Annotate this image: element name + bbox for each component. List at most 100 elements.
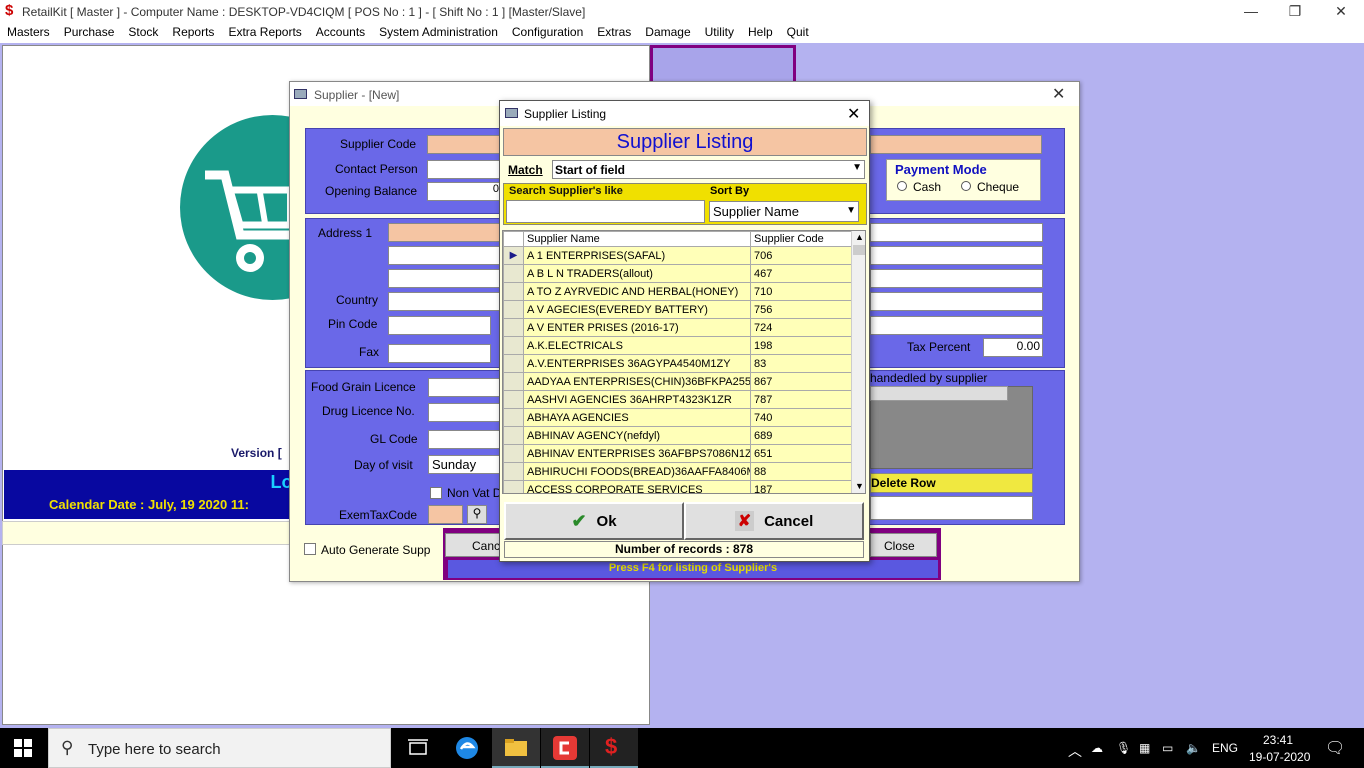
scroll-down-icon[interactable]: ▼ — [855, 481, 864, 491]
close-form-button[interactable]: Close — [870, 533, 937, 557]
cloud-icon[interactable]: ☁ — [1091, 741, 1103, 755]
minimize-button[interactable]: — — [1228, 0, 1274, 23]
listing-cancel-button[interactable]: ✘ Cancel — [684, 502, 864, 540]
match-select[interactable]: Start of field ▼ — [552, 160, 865, 179]
fax-input[interactable] — [388, 344, 491, 363]
supplier-code-cell[interactable]: 724 — [750, 318, 852, 337]
table-row[interactable]: A V ENTER PRISES (2016-17) 724 — [503, 318, 852, 337]
windows-start-icon[interactable] — [14, 739, 32, 757]
opening-balance-input[interactable]: 0 — [427, 182, 502, 201]
sort-by-select[interactable]: Supplier Name ▼ — [709, 201, 859, 222]
table-row[interactable]: A V AGECIES(EVEREDY BATTERY) 756 — [503, 300, 852, 319]
supplier-code-cell[interactable]: 83 — [750, 354, 852, 373]
supplier-name-cell[interactable]: AADYAA ENTERPRISES(CHIN)36BFKPA2554P — [523, 372, 751, 391]
remarks-input[interactable] — [870, 496, 1033, 520]
supplier-name-cell[interactable]: AASHVI AGENCIES 36AHRPT4323K1ZR — [523, 390, 751, 409]
table-row[interactable]: ABHINAV AGENCY(nefdyl) 689 — [503, 426, 852, 445]
table-row[interactable]: AASHVI AGENCIES 36AHRPT4323K1ZR 787 — [503, 390, 852, 409]
supplier-name-input[interactable] — [870, 135, 1042, 154]
delete-row-button[interactable]: Delete Row — [870, 473, 1033, 493]
menu-reports[interactable]: Reports — [172, 23, 214, 43]
table-row[interactable]: AADYAA ENTERPRISES(CHIN)36BFKPA2554P 867 — [503, 372, 852, 391]
address1-input[interactable] — [388, 223, 503, 242]
supplier-code-cell[interactable]: 867 — [750, 372, 852, 391]
supplier-code-cell[interactable]: 187 — [750, 480, 852, 493]
table-row[interactable]: ABHIRUCHI FOODS(BREAD)36AAFFA8406M1 88 — [503, 462, 852, 481]
supplier-code-cell[interactable]: 689 — [750, 426, 852, 445]
supplier-code-input[interactable] — [427, 135, 502, 154]
menu-quit[interactable]: Quit — [787, 23, 809, 43]
menu-stock[interactable]: Stock — [128, 23, 158, 43]
supplier-code-cell[interactable]: 710 — [750, 282, 852, 301]
auto-generate-checkbox[interactable] — [304, 543, 316, 555]
table-row[interactable]: A.K.ELECTRICALS 198 — [503, 336, 852, 355]
menu-system-administration[interactable]: System Administration — [379, 23, 498, 43]
table-row[interactable]: ABHINAV ENTERPRISES 36AFBPS7086N1ZO 651 — [503, 444, 852, 463]
address3-input[interactable] — [388, 269, 503, 288]
drug-licence-input[interactable] — [428, 403, 503, 422]
food-grain-input[interactable] — [428, 378, 503, 397]
table-row[interactable]: ▶ A 1 ENTERPRISES(SAFAL) 706 — [503, 246, 852, 265]
supplier-name-cell[interactable]: ABHINAV AGENCY(nefdyl) — [523, 426, 751, 445]
file-explorer-taskbar-button[interactable] — [492, 728, 540, 768]
supplier-code-cell[interactable]: 706 — [750, 246, 852, 265]
day-of-visit-select[interactable]: Sunday — [428, 455, 503, 474]
edge-icon[interactable] — [454, 735, 480, 761]
scroll-up-icon[interactable]: ▲ — [855, 232, 864, 242]
non-vat-checkbox[interactable] — [430, 487, 442, 499]
menu-accounts[interactable]: Accounts — [316, 23, 365, 43]
right-field-5[interactable] — [870, 316, 1043, 335]
supplier-code-cell[interactable]: 88 — [750, 462, 852, 481]
storage-icon[interactable]: ▦ — [1139, 741, 1150, 755]
supplier-name-cell[interactable]: ABHINAV ENTERPRISES 36AFBPS7086N1ZO — [523, 444, 751, 463]
menu-masters[interactable]: Masters — [7, 23, 50, 43]
cancel-button[interactable]: Cance — [445, 533, 507, 557]
retailkit-taskbar-button[interactable]: $ — [590, 728, 638, 768]
supplier-name-cell[interactable]: A V ENTER PRISES (2016-17) — [523, 318, 751, 337]
supplier-name-cell[interactable]: A.V.ENTERPRISES 36AGYPA4540M1ZY — [523, 354, 751, 373]
supplier-code-cell[interactable]: 467 — [750, 264, 852, 283]
supplier-code-cell[interactable]: 787 — [750, 390, 852, 409]
menu-configuration[interactable]: Configuration — [512, 23, 583, 43]
menu-extras[interactable]: Extras — [597, 23, 631, 43]
supplier-name-cell[interactable]: ABHAYA AGENCIES — [523, 408, 751, 427]
supplier-name-cell[interactable]: A 1 ENTERPRISES(SAFAL) — [523, 246, 751, 265]
column-header-code[interactable]: Supplier Code — [750, 231, 852, 247]
clock-time[interactable]: 23:41 — [1263, 733, 1293, 747]
close-button[interactable]: ✕ — [1318, 0, 1364, 23]
tax-percent-input[interactable]: 0.00 — [983, 338, 1043, 357]
right-field-4[interactable] — [870, 292, 1043, 311]
right-field-2[interactable] — [870, 246, 1043, 265]
gl-code-input[interactable] — [428, 430, 503, 449]
contact-person-input[interactable] — [427, 160, 502, 179]
supplier-name-cell[interactable]: ACCESS CORPORATE SERVICES — [523, 480, 751, 493]
menu-utility[interactable]: Utility — [705, 23, 734, 43]
column-header-name[interactable]: Supplier Name — [523, 231, 751, 247]
supplier-name-cell[interactable]: A V AGECIES(EVEREDY BATTERY) — [523, 300, 751, 319]
scroll-thumb[interactable] — [853, 245, 865, 255]
table-row[interactable]: A TO Z AYRVEDIC AND HERBAL(HONEY) 710 — [503, 282, 852, 301]
taskbar-search-box[interactable]: ⚲ Type here to search — [48, 728, 391, 768]
grid-scrollbar[interactable]: ▲ ▼ — [851, 231, 865, 493]
supplier-name-cell[interactable]: ABHIRUCHI FOODS(BREAD)36AAFFA8406M1 — [523, 462, 751, 481]
chevron-up-icon[interactable]: ︿ — [1068, 741, 1082, 761]
menu-damage[interactable]: Damage — [645, 23, 690, 43]
supplier-grid[interactable]: Supplier Name Supplier Code ▶ A 1 ENTERPR… — [502, 230, 866, 494]
table-row[interactable]: A.V.ENTERPRISES 36AGYPA4540M1ZY 83 — [503, 354, 852, 373]
supplier-code-cell[interactable]: 740 — [750, 408, 852, 427]
menu-help[interactable]: Help — [748, 23, 773, 43]
camtasia-taskbar-button[interactable] — [541, 728, 589, 768]
country-input[interactable] — [388, 292, 503, 311]
listing-close-icon[interactable]: ✕ — [847, 104, 860, 124]
supplier-name-cell[interactable]: A B L N TRADERS(allout) — [523, 264, 751, 283]
pin-code-input[interactable] — [388, 316, 491, 335]
right-field-1[interactable] — [870, 223, 1043, 242]
ok-button[interactable]: ✔ Ok — [504, 502, 684, 540]
cheque-radio[interactable] — [961, 181, 971, 191]
supplier-form-close-icon[interactable]: ✕ — [1052, 84, 1065, 104]
exem-tax-input[interactable] — [428, 505, 463, 524]
language-indicator[interactable]: ENG — [1212, 741, 1238, 755]
microphone-icon[interactable]: 🎙 — [1116, 741, 1131, 755]
cash-radio[interactable] — [897, 181, 907, 191]
table-row[interactable]: ABHAYA AGENCIES 740 — [503, 408, 852, 427]
